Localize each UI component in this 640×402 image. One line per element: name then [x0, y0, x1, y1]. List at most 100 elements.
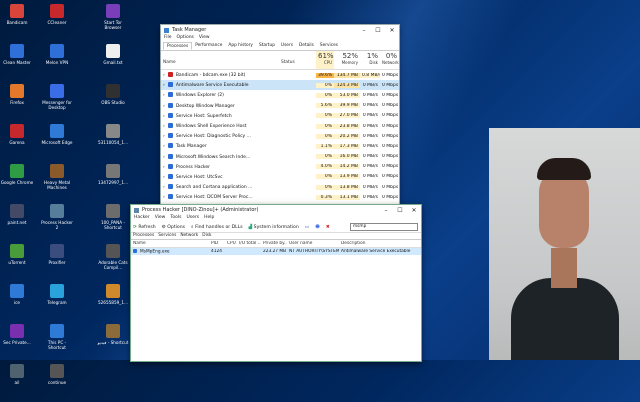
expand-chevron-icon[interactable]: › — [163, 185, 165, 190]
menu-options[interactable]: Options — [177, 35, 194, 42]
tab-processes[interactable]: Processes — [133, 233, 154, 239]
col-cpu-header[interactable]: 61% CPU — [316, 51, 334, 69]
expand-chevron-icon[interactable]: › — [163, 73, 165, 78]
desktop-icon[interactable]: continue — [40, 362, 74, 402]
tab-processes[interactable]: Processes — [163, 42, 193, 50]
system-info-button[interactable]: ▟ System information — [249, 225, 299, 230]
table-row[interactable]: › Service Host: DCOM Server Proc... 0.3% 13… — [161, 192, 399, 202]
tab-services[interactable]: Services — [158, 233, 176, 239]
desktop-icon[interactable]: CCleaner — [40, 2, 74, 42]
expand-chevron-icon[interactable]: › — [163, 175, 165, 180]
desktop-icon[interactable]: Garena — [0, 122, 34, 162]
desktop-icon[interactable]: paint.net — [0, 202, 34, 242]
expand-chevron-icon[interactable]: › — [163, 114, 165, 119]
tab-app-history[interactable]: App history — [225, 42, 256, 50]
process-hacker-titlebar[interactable]: Process Hacker [DINO-Zinou]+ (Administra… — [131, 205, 421, 215]
table-row[interactable]: › Windows Explorer (2) 0% 53.0 MB 0 MB/s 0 Mb… — [161, 90, 399, 100]
search-input[interactable]: msmp — [350, 223, 418, 231]
col-io-header[interactable]: I/O total ... — [237, 241, 261, 246]
col-description-header[interactable]: Description — [339, 241, 419, 246]
col-user-header[interactable]: User name — [287, 241, 339, 246]
process-hacker-window[interactable]: Process Hacker [DINO-Zinou]+ (Administra… — [130, 204, 422, 362]
maximize-button[interactable]: ☐ — [371, 27, 385, 34]
col-status-header[interactable]: Status — [279, 51, 316, 69]
desktop-icon[interactable]: Firefox — [0, 82, 34, 122]
desktop-icon[interactable]: ice — [0, 282, 34, 322]
window-icon[interactable]: ▭ — [305, 225, 309, 230]
table-row[interactable]: MsMpEng.exe 4124 223.27 MB NT AUTHORITY\… — [131, 248, 421, 255]
find-handles-button[interactable]: ⌕ Find handles or DLLs — [191, 224, 243, 230]
desktop-icon[interactable]: OBS Studio — [96, 82, 130, 122]
table-row[interactable]: › Desktop Window Manager 5.6% 39.9 MB 0 MB/s… — [161, 101, 399, 111]
menu-tools[interactable]: Tools — [170, 215, 181, 222]
table-row[interactable]: › Antimalware Service Executable 0% 124.3 M… — [161, 80, 399, 91]
tab-startup[interactable]: Startup — [256, 42, 278, 50]
desktop-icon[interactable]: Gmail.txt — [96, 42, 130, 82]
table-row[interactable]: › Service Host: Superfetch 0% 27.0 MB 0 MB/s… — [161, 111, 399, 121]
menu-hacker[interactable]: Hacker — [134, 215, 150, 222]
options-button[interactable]: ⚙ Options — [162, 225, 185, 230]
desktop-icon[interactable]: ail — [0, 362, 34, 402]
close-process-icon[interactable]: ✖ — [326, 225, 330, 230]
minimize-button[interactable]: – — [357, 27, 371, 34]
desktop-icon[interactable]: This PC - Shortcut — [40, 322, 74, 362]
desktop-icon[interactable]: Proxifier — [40, 242, 74, 282]
col-name-header[interactable]: Name — [131, 241, 209, 246]
col-cpu-header[interactable]: CPU — [225, 241, 237, 246]
desktop-icon[interactable]: Microsoft Edge — [40, 122, 74, 162]
desktop-icon[interactable]: Google Chrome — [0, 162, 34, 202]
close-button[interactable]: ✕ — [385, 27, 399, 34]
desktop-icon[interactable]: 52655859_1... — [96, 282, 130, 322]
task-manager-titlebar[interactable]: Task Manager – ☐ ✕ — [161, 25, 399, 35]
col-name-header[interactable]: Name — [161, 51, 279, 69]
desktop-icon[interactable]: فيديو - Shortcut — [96, 322, 130, 362]
expand-chevron-icon[interactable]: › — [163, 195, 165, 200]
expand-chevron-icon[interactable]: › — [163, 83, 165, 88]
refresh-button[interactable]: ⟳ Refresh — [133, 225, 156, 230]
table-row[interactable]: › Service Host: UtcSvc 0% 13.9 MB 0 MB/s 0 Mb… — [161, 172, 399, 182]
desktop-icon[interactable]: Adorable Cats Compil... — [96, 242, 130, 282]
expand-chevron-icon[interactable]: › — [163, 104, 165, 109]
col-private-header[interactable]: Private by... — [261, 241, 287, 246]
desktop-icon[interactable]: Messenger for Desktop — [40, 82, 74, 122]
tab-performance[interactable]: Performance — [192, 42, 225, 50]
col-pid-header[interactable]: PID — [209, 241, 225, 246]
desktop-icon[interactable]: 100_PANA - Shortcut — [96, 202, 130, 242]
desktop-icon[interactable]: Process Hacker 2 — [40, 202, 74, 242]
tab-users[interactable]: Users — [278, 42, 296, 50]
menu-help[interactable]: Help — [204, 215, 214, 222]
tab-services[interactable]: Services — [317, 42, 341, 50]
expand-chevron-icon[interactable]: › — [163, 144, 165, 149]
task-manager-window[interactable]: Task Manager – ☐ ✕ File Options View Proce… — [160, 24, 400, 216]
menu-view[interactable]: View — [199, 35, 210, 42]
table-row[interactable]: › Microsoft Windows Search Inde... 0% 16.0 … — [161, 152, 399, 162]
desktop-icon[interactable]: Heavy Metal Machines — [40, 162, 74, 202]
expand-chevron-icon[interactable]: › — [163, 134, 165, 139]
table-row[interactable]: › Process Hacker 4.0% 14.2 MB 0 MB/s 0 Mbps — [161, 162, 399, 172]
tab-details[interactable]: Details — [296, 42, 317, 50]
table-row[interactable]: › Windows Shell Experience Host 0% 23.8 MB 0… — [161, 121, 399, 131]
desktop-icon[interactable]: Telegram — [40, 282, 74, 322]
maximize-button[interactable]: ☐ — [393, 207, 407, 214]
expand-chevron-icon[interactable]: › — [163, 93, 165, 98]
col-memory-header[interactable]: 52% Memory — [334, 51, 360, 69]
close-button[interactable]: ✕ — [407, 207, 421, 214]
col-network-header[interactable]: 0% Network — [380, 51, 399, 69]
menu-view[interactable]: View — [155, 215, 166, 222]
tab-disk[interactable]: Disk — [202, 233, 211, 239]
minimize-button[interactable]: – — [379, 207, 393, 214]
user-icon[interactable]: ☻ — [315, 225, 320, 230]
expand-chevron-icon[interactable]: › — [163, 124, 165, 129]
desktop-icon[interactable]: Bandicam — [0, 2, 34, 42]
desktop-icon[interactable]: uTorrent — [0, 242, 34, 282]
menu-file[interactable]: File — [164, 35, 172, 42]
expand-chevron-icon[interactable]: › — [163, 165, 165, 170]
table-row[interactable]: › Search and Cortana application ... 0% 13.… — [161, 182, 399, 192]
tab-network[interactable]: Network — [180, 233, 198, 239]
desktop-icon[interactable]: 13472997_1... — [96, 162, 130, 202]
menu-users[interactable]: Users — [186, 215, 199, 222]
table-row[interactable]: › Service Host: Diagnostic Policy ... 0% 20… — [161, 131, 399, 141]
desktop-icon[interactable]: Start Tor Browser — [96, 2, 130, 42]
table-row[interactable]: › Task Manager 1.1% 17.3 MB 0 MB/s 0 Mbps — [161, 141, 399, 151]
desktop-icon[interactable]: Melon VPN — [40, 42, 74, 82]
